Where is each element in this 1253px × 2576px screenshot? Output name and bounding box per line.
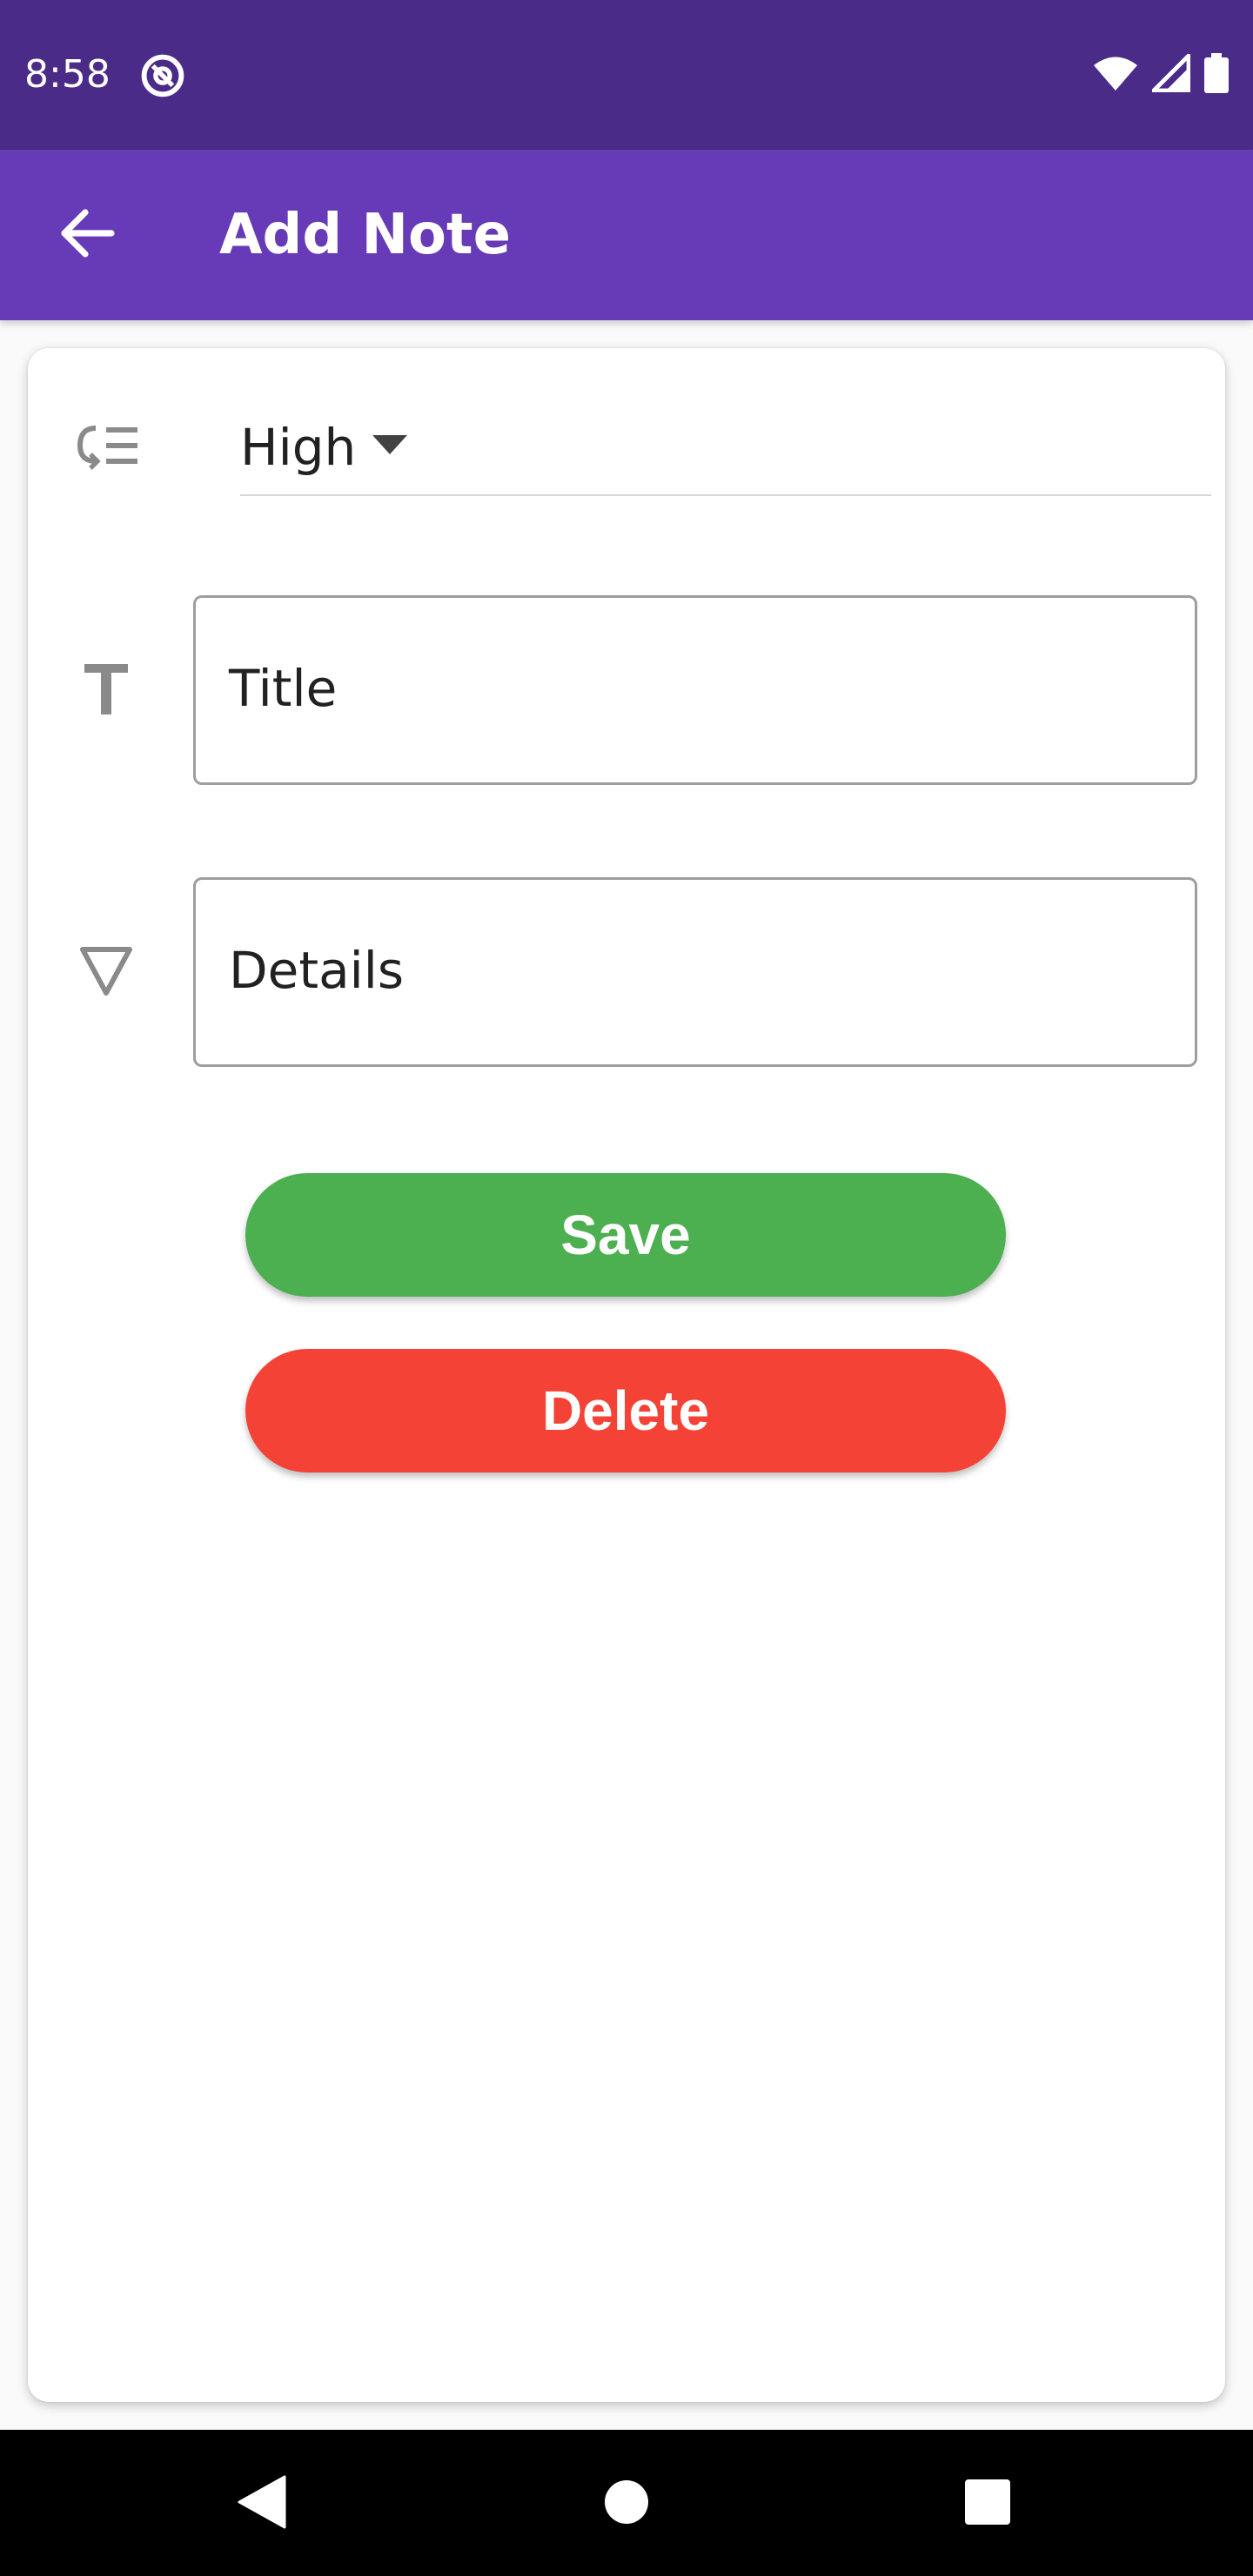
back-triangle-icon (238, 2475, 286, 2532)
wifi-icon (1093, 54, 1138, 96)
title-text-icon (80, 660, 132, 719)
title-field[interactable]: Title (193, 595, 1197, 785)
nav-recents-button[interactable] (948, 2465, 1027, 2543)
at-sign-icon (139, 52, 186, 99)
priority-selected-value: High (240, 418, 357, 477)
status-icons (1093, 50, 1229, 97)
status-bar: 8:58 (0, 0, 1253, 150)
title-placeholder: Title (229, 659, 338, 718)
details-triangle-icon (77, 943, 136, 999)
priority-dropdown[interactable]: High (240, 409, 1211, 496)
status-time: 8:58 (24, 52, 111, 97)
details-placeholder: Details (229, 941, 405, 1000)
nav-back-button[interactable] (223, 2465, 301, 2543)
delete-button[interactable]: Delete (245, 1349, 1006, 1472)
recents-square-icon (964, 2479, 1011, 2529)
arrow-back-icon (59, 209, 115, 261)
caret-down-icon (372, 435, 407, 458)
save-button[interactable]: Save (245, 1173, 1006, 1297)
battery-icon (1204, 53, 1229, 97)
app-bar: Add Note (0, 150, 1253, 320)
signal-icon (1149, 50, 1191, 96)
page-title: Add Note (219, 203, 511, 267)
nav-home-button[interactable] (587, 2465, 666, 2543)
back-button[interactable] (54, 202, 120, 268)
details-field[interactable]: Details (193, 877, 1197, 1067)
priority-list-icon (71, 419, 144, 477)
system-nav-bar (0, 2430, 1253, 2576)
home-circle-icon (603, 2479, 650, 2529)
